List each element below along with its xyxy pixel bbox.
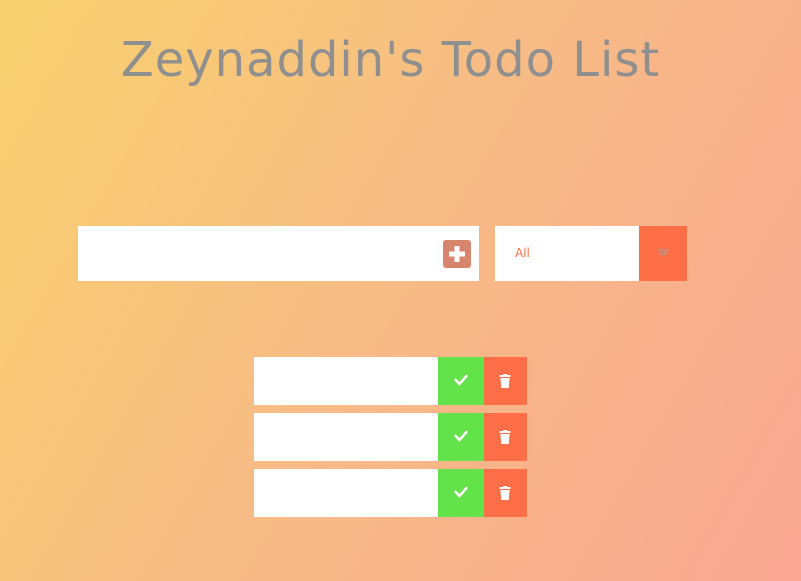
add-todo-form [78, 226, 479, 281]
add-todo-button[interactable] [443, 240, 471, 268]
filter-dropdown-button[interactable] [639, 226, 687, 281]
todo-item [254, 469, 527, 517]
page-title: Zeynaddin's Todo List [120, 32, 661, 88]
trash-icon [499, 374, 511, 388]
complete-button[interactable] [438, 469, 484, 517]
chevron-down-icon [657, 248, 669, 258]
delete-button[interactable] [484, 413, 527, 461]
filter-selected-value: All [515, 246, 530, 260]
delete-button[interactable] [484, 357, 527, 405]
trash-icon [499, 430, 511, 444]
todo-item [254, 357, 527, 405]
check-icon [454, 374, 468, 386]
todo-list [254, 357, 527, 525]
plus-icon [449, 246, 465, 262]
todo-item [254, 413, 527, 461]
delete-button[interactable] [484, 469, 527, 517]
trash-icon [499, 486, 511, 500]
complete-button[interactable] [438, 357, 484, 405]
filter-select[interactable]: All [495, 226, 687, 281]
check-icon [454, 430, 468, 442]
complete-button[interactable] [438, 413, 484, 461]
todo-input[interactable] [78, 226, 438, 281]
check-icon [454, 486, 468, 498]
